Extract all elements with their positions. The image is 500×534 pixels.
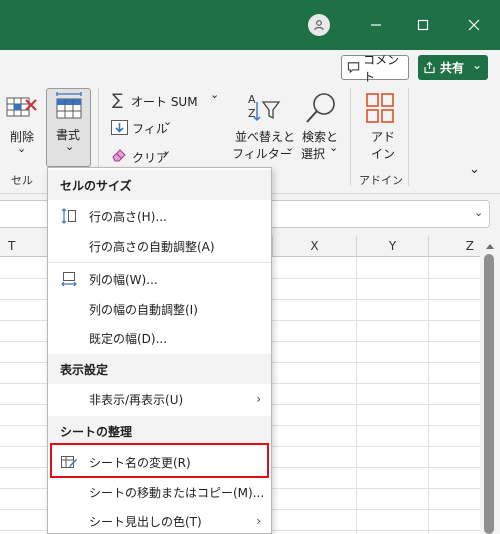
autosum-label: オート SUM	[131, 95, 198, 109]
fill-button[interactable]: フィル ⌄	[110, 115, 180, 137]
add-ins-label-2: イン	[371, 147, 396, 161]
scroll-up-icon[interactable]	[485, 242, 495, 250]
menu-item-row-height[interactable]: 行の高さ(H)...	[48, 201, 271, 231]
chevron-down-icon: ⌄	[17, 142, 27, 155]
hide-unhide-label: 非表示/再表示(U)	[89, 392, 184, 407]
sort-filter-icon: A Z	[248, 93, 281, 121]
sort-filter-label-2: フィルター	[232, 147, 292, 161]
menu-item-column-width[interactable]: 列の幅(W)...	[48, 264, 271, 294]
clear-button[interactable]: クリア ⌄	[110, 144, 180, 165]
column-header-z[interactable]: Z	[429, 236, 480, 257]
default-width-label: 既定の幅(D)...	[89, 331, 168, 346]
menu-section-visibility: 表示設定	[48, 354, 271, 384]
chevron-down-icon: ⌄	[329, 141, 339, 154]
share-label: 共有	[440, 61, 465, 75]
chevron-down-icon: ⌄	[162, 144, 172, 157]
chevron-down-icon: ⌄	[163, 115, 173, 128]
minimize-icon[interactable]	[363, 12, 389, 38]
add-ins-group-label: アドイン	[359, 174, 403, 187]
find-select-label-2: 選択	[301, 147, 326, 161]
column-header-y[interactable]: Y	[357, 236, 429, 257]
format-button[interactable]: 書式 ⌄	[46, 88, 91, 167]
menu-divider	[48, 262, 271, 263]
menu-item-default-width[interactable]: 既定の幅(D)...	[48, 323, 271, 353]
ribbon-separator	[350, 88, 351, 186]
menu-item-tab-color[interactable]: シート見出しの色(T) ›	[48, 506, 271, 534]
autofit-row-height-label: 行の高さの自動調整(A)	[89, 239, 215, 254]
menu-item-autofit-row-height[interactable]: 行の高さの自動調整(A)	[48, 231, 271, 261]
add-ins-button[interactable]: アド イン	[360, 90, 400, 166]
tab-color-label: シート見出しの色(T)	[89, 514, 202, 529]
column-header-label: Y	[388, 239, 397, 253]
add-ins-label-1: アド	[371, 130, 396, 144]
sigma-icon: ∑	[112, 90, 123, 109]
sort-filter-button[interactable]: A Z 並べ替えと フィルター ⌄	[232, 90, 296, 166]
expand-formula-bar-icon[interactable]: ⌄	[474, 206, 483, 219]
format-menu: セルのサイズ 行の高さ(H)... 行の高さの自動調整(A) 列の幅(W)...…	[47, 167, 272, 534]
highlight-box	[50, 443, 269, 478]
share-button[interactable]: 共有 ⌄	[418, 55, 488, 80]
cells-group-label: セル	[11, 174, 33, 187]
user-icon[interactable]	[308, 14, 330, 36]
add-ins-icon	[366, 93, 394, 123]
comments-button[interactable]: コメント	[341, 53, 409, 84]
share-icon	[424, 61, 435, 74]
chevron-down-icon: ⌄	[65, 140, 75, 153]
format-cells-icon	[56, 92, 82, 119]
row-height-icon	[61, 208, 76, 224]
column-header-label: X	[310, 239, 319, 253]
autofit-column-width-label: 列の幅の自動調整(I)	[89, 302, 198, 317]
svg-text:A: A	[248, 93, 256, 106]
autosum-button[interactable]: ∑ オート SUM ⌄	[110, 88, 225, 111]
maximize-icon[interactable]	[410, 12, 436, 38]
menu-item-autofit-column-width[interactable]: 列の幅の自動調整(I)	[48, 294, 271, 324]
delete-cells-icon	[6, 97, 37, 117]
delete-cells-button[interactable]: 削除 ⌄	[0, 90, 42, 166]
eraser-icon	[112, 149, 126, 162]
collapse-ribbon-icon[interactable]: ⌄	[469, 162, 480, 177]
chevron-down-icon: ⌄	[210, 88, 220, 101]
menu-item-hide-unhide[interactable]: 非表示/再表示(U) ›	[48, 384, 271, 414]
scrollbar-thumb[interactable]	[484, 254, 494, 534]
chevron-right-icon: ›	[256, 514, 261, 528]
comments-label: コメント	[363, 52, 400, 84]
chevron-right-icon: ›	[256, 392, 261, 406]
column-width-label: 列の幅(W)...	[89, 272, 158, 287]
column-width-icon	[61, 272, 77, 287]
find-select-button[interactable]: 検索と 選択 ⌄	[298, 90, 344, 166]
row-height-label: 行の高さ(H)...	[89, 209, 167, 224]
menu-section-cell-size: セルのサイズ	[48, 170, 271, 200]
move-copy-sheet-label: シートの移動またはコピー(M)...	[89, 485, 265, 500]
chevron-down-icon: ⌄	[472, 57, 483, 72]
column-header-label: Z	[465, 239, 474, 253]
fill-down-icon	[111, 120, 128, 135]
chevron-down-icon: ⌄	[285, 141, 295, 154]
column-header-label: T	[8, 239, 16, 253]
close-icon[interactable]	[461, 12, 487, 38]
search-icon	[306, 93, 335, 123]
menu-item-move-copy-sheet[interactable]: シートの移動またはコピー(M)...	[48, 477, 271, 507]
ribbon-separator	[408, 88, 409, 186]
comment-icon	[347, 62, 360, 74]
menu-section-organize-sheets: シートの整理	[48, 416, 271, 446]
column-header-x[interactable]: X	[273, 236, 357, 257]
